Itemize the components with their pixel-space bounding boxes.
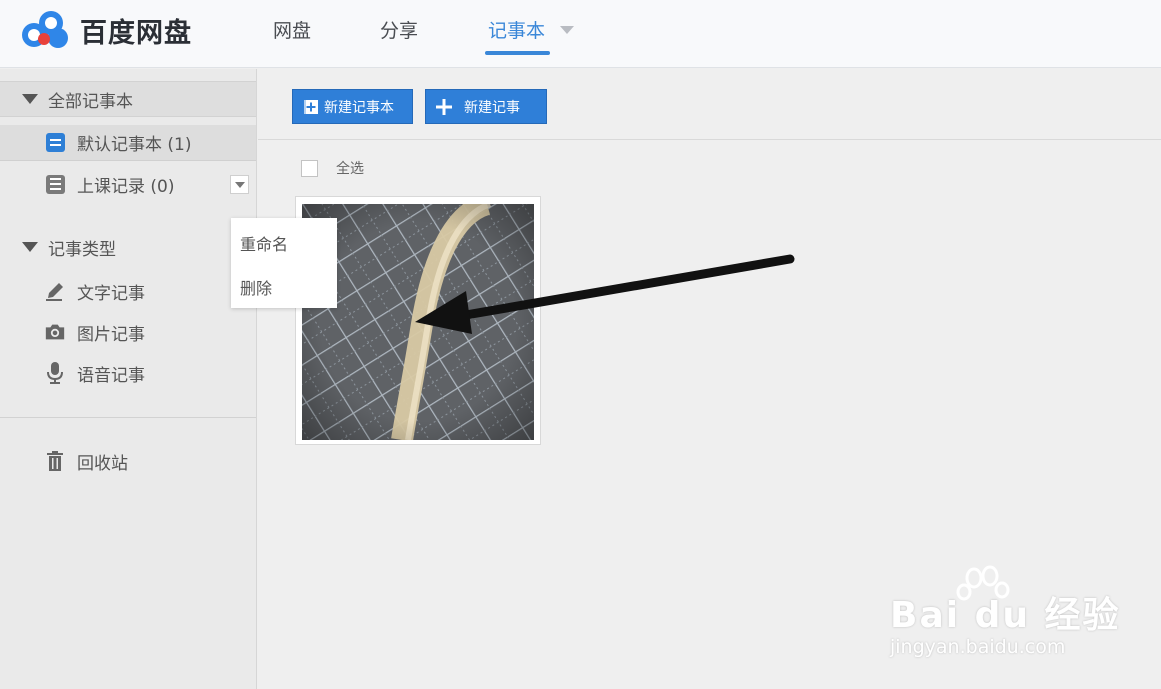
delete-menu-item[interactable]: 删除 [240,275,272,299]
watermark-brand: Bai du 经验 [890,595,1121,636]
watermark: Bai du 经验 jingyan.baidu.com [890,565,1140,668]
watermark-url: jingyan.baidu.com [890,636,1066,658]
rename-menu-item[interactable]: 重命名 [240,231,288,255]
notebook-context-menu: 重命名 删除 [231,218,337,308]
